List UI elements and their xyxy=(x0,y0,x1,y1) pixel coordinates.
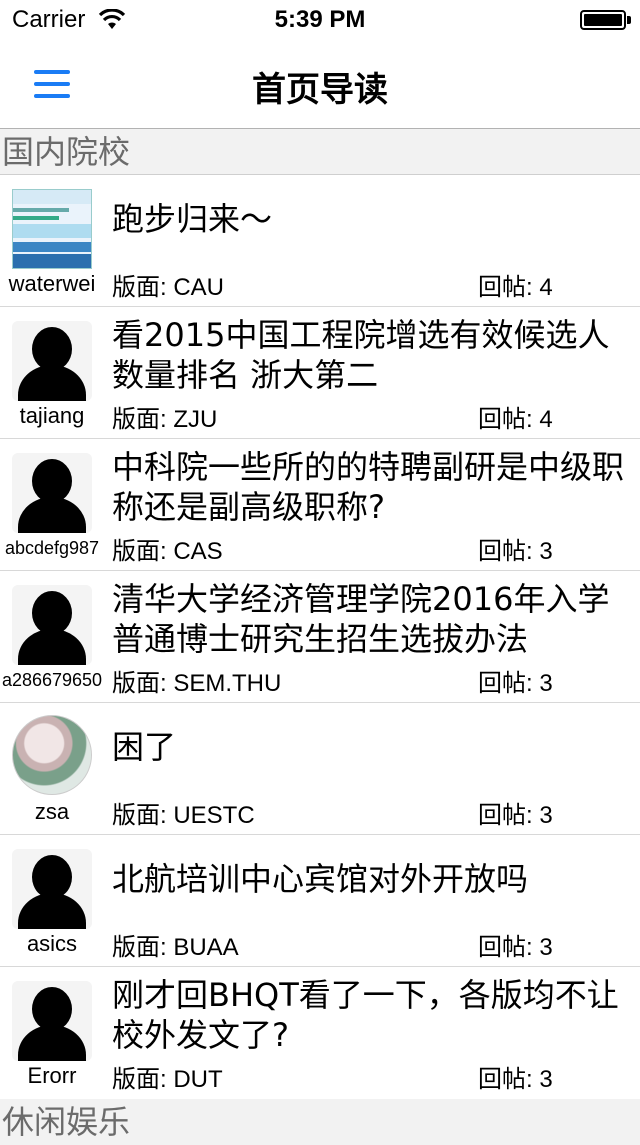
post-username: Erorr xyxy=(27,1063,77,1088)
post-row[interactable]: abcdefg987 中科院一些所的的特聘副研是中级职称还是副高级职称? 版面:… xyxy=(0,439,640,571)
post-username: tajiang xyxy=(19,403,85,428)
post-username: abcdefg987 xyxy=(4,538,100,558)
post-row[interactable]: Erorr 刚才回BHQT看了一下，各版均不让校外发文了? 版面: DUT 回帖… xyxy=(0,967,640,1099)
clock: 5:39 PM xyxy=(274,6,366,33)
post-board: 版面: UESTC xyxy=(112,802,255,829)
post-username: asics xyxy=(26,931,78,956)
default-avatar-icon xyxy=(12,585,92,665)
post-title: 看2015中国工程院增选有效候选人数量排名 浙大第二 xyxy=(112,316,610,394)
section-header-domestic: 国内院校 xyxy=(0,129,640,175)
post-board: 版面: SEM.THU xyxy=(112,670,282,697)
post-reply-count: 回帖: 4 xyxy=(478,274,553,301)
section-header-leisure: 休闲娱乐 xyxy=(0,1099,640,1145)
post-board: 版面: CAS xyxy=(112,538,223,565)
post-row[interactable]: waterwei 跑步归来～ 版面: CAU 回帖: 4 xyxy=(0,175,640,307)
status-bar: Carrier 5:39 PM xyxy=(0,0,640,40)
post-row[interactable]: asics 北航培训中心宾馆对外开放吗 版面: BUAA 回帖: 3 xyxy=(0,835,640,967)
default-avatar-icon xyxy=(12,321,92,401)
post-row[interactable]: tajiang 看2015中国工程院增选有效候选人数量排名 浙大第二 版面: Z… xyxy=(0,307,640,439)
post-title: 困了 xyxy=(112,728,177,766)
post-title: 北航培训中心宾馆对外开放吗 xyxy=(112,860,529,898)
default-avatar-icon xyxy=(12,849,92,929)
post-title: 中科院一些所的的特聘副研是中级职称还是副高级职称? xyxy=(112,448,625,526)
post-title: 刚才回BHQT看了一下，各版均不让校外发文了? xyxy=(112,976,619,1054)
navigation-bar: 首页导读 xyxy=(0,40,640,129)
post-title: 清华大学经济管理学院2016年入学普通博士研究生招生选拔办法 xyxy=(112,580,610,658)
post-reply-count: 回帖: 4 xyxy=(478,406,553,433)
post-title: 跑步归来～ xyxy=(112,200,273,238)
default-avatar-icon xyxy=(12,453,92,533)
post-reply-count: 回帖: 3 xyxy=(478,934,553,961)
post-username: waterwei xyxy=(8,271,96,296)
post-reply-count: 回帖: 3 xyxy=(478,802,553,829)
battery-tip xyxy=(627,16,631,24)
user-photo-avatar xyxy=(12,715,92,795)
post-board: 版面: CAU xyxy=(112,274,225,301)
post-username: a286679650 xyxy=(1,670,103,690)
default-avatar-icon xyxy=(12,981,92,1061)
post-row[interactable]: zsa 困了 版面: UESTC 回帖: 3 xyxy=(0,703,640,835)
post-board: 版面: BUAA xyxy=(112,934,239,961)
board-image-avatar xyxy=(12,189,92,269)
post-board: 版面: DUT xyxy=(112,1066,223,1093)
battery-icon xyxy=(580,10,626,30)
post-username: zsa xyxy=(34,799,70,824)
post-row[interactable]: a286679650 清华大学经济管理学院2016年入学普通博士研究生招生选拔办… xyxy=(0,571,640,703)
page-title: 首页导读 xyxy=(252,70,388,110)
post-reply-count: 回帖: 3 xyxy=(478,670,553,697)
post-reply-count: 回帖: 3 xyxy=(478,1066,553,1093)
post-reply-count: 回帖: 3 xyxy=(478,538,553,565)
post-board: 版面: ZJU xyxy=(112,406,218,433)
